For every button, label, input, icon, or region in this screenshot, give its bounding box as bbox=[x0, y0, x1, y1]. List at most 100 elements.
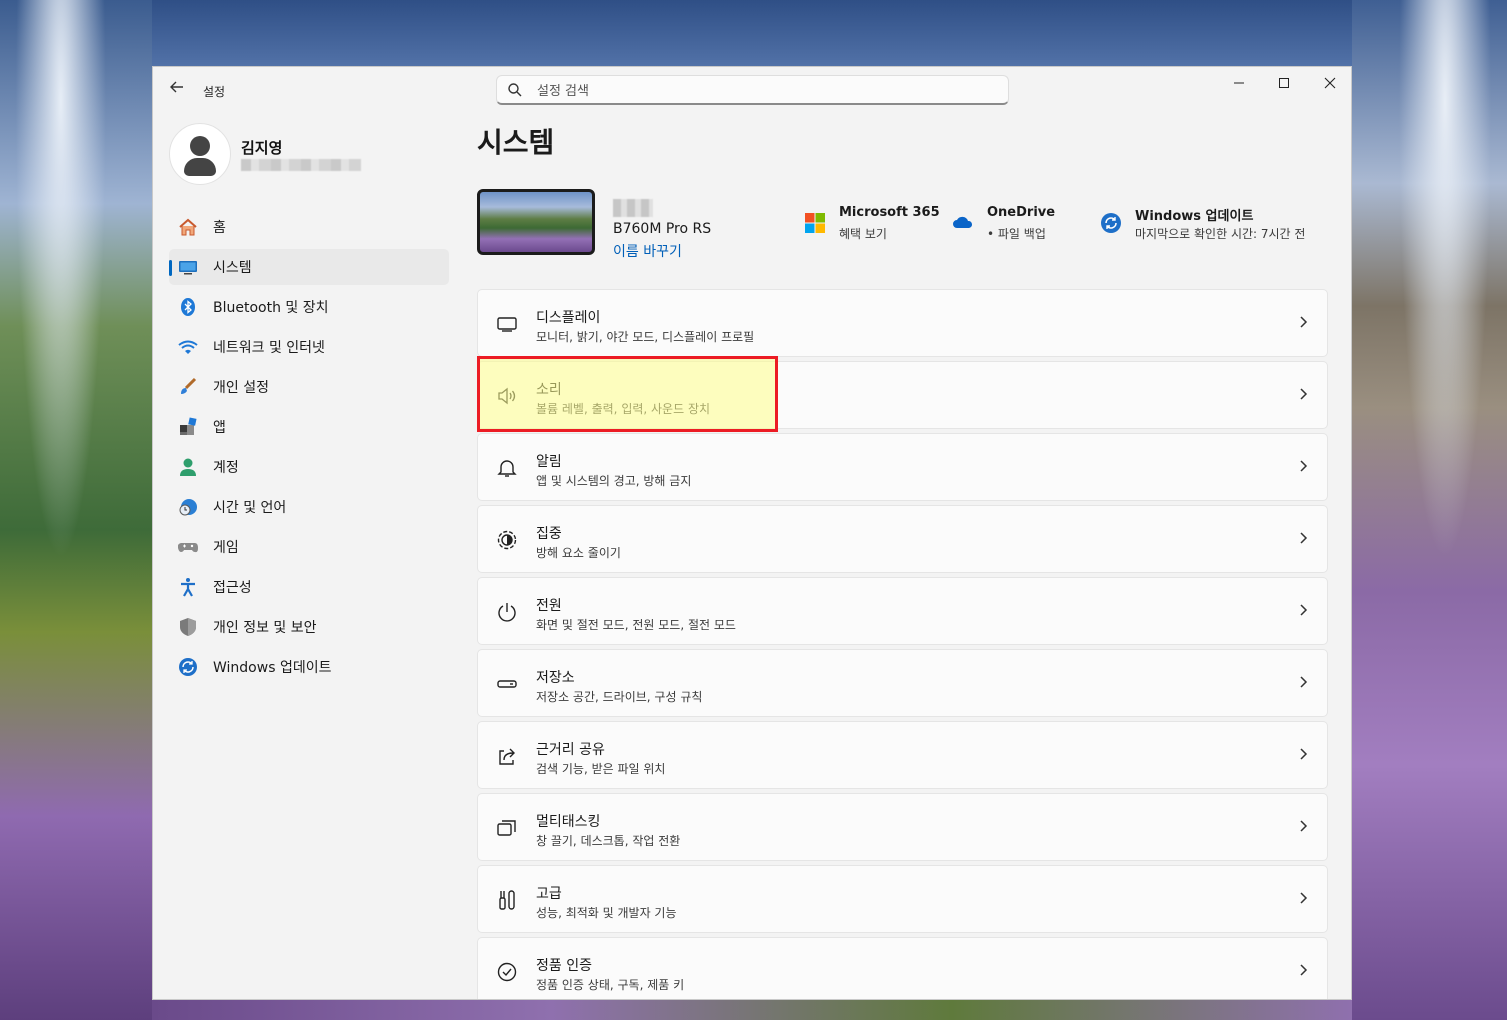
sidebar-item-personalization[interactable]: 개인 설정 bbox=[169, 369, 449, 405]
quicklink-subtitle: 혜택 보기 bbox=[839, 227, 887, 241]
bell-icon bbox=[497, 460, 517, 477]
card-title: 저장소 bbox=[536, 670, 575, 686]
card-multitasking[interactable]: 멀티태스킹 창 끌기, 데스크톱, 작업 전환 bbox=[477, 793, 1328, 861]
user-name: 김지영 bbox=[241, 139, 283, 157]
card-nearby-sharing[interactable]: 근거리 공유 검색 기능, 받은 파일 위치 bbox=[477, 721, 1328, 789]
card-sound[interactable]: 소리 볼륨 레벨, 출력, 입력, 사운드 장치 bbox=[477, 361, 1328, 429]
chevron-right-icon bbox=[1300, 748, 1308, 760]
card-storage[interactable]: 저장소 저장소 공간, 드라이브, 구성 규칙 bbox=[477, 649, 1328, 717]
card-subtitle: 성능, 최적화 및 개발자 기능 bbox=[536, 906, 677, 920]
share-icon bbox=[499, 748, 515, 765]
sidebar-item-gaming[interactable]: 게임 bbox=[169, 529, 449, 565]
sidebar-item-label: 시스템 bbox=[213, 260, 252, 276]
card-title: 소리 bbox=[536, 382, 562, 398]
shield-icon bbox=[177, 616, 199, 638]
card-focus[interactable]: 집중 방해 요소 줄이기 bbox=[477, 505, 1328, 573]
sidebar-item-accessibility[interactable]: 접근성 bbox=[169, 569, 449, 605]
card-advanced[interactable]: 고급 성능, 최적화 및 개발자 기능 bbox=[477, 865, 1328, 933]
home-icon bbox=[177, 216, 199, 238]
sidebar-item-network[interactable]: 네트워크 및 인터넷 bbox=[169, 329, 449, 365]
storage-icon bbox=[497, 680, 517, 688]
chevron-right-icon bbox=[1300, 892, 1308, 904]
bluetooth-icon bbox=[177, 296, 199, 318]
sidebar-item-label: Bluetooth 및 장치 bbox=[213, 300, 329, 316]
card-subtitle: 앱 및 시스템의 경고, 방해 금지 bbox=[536, 474, 692, 488]
card-power[interactable]: 전원 화면 및 절전 모드, 전원 모드, 절전 모드 bbox=[477, 577, 1328, 645]
device-model: B760M Pro RS bbox=[613, 221, 712, 237]
desktop-wallpaper-left bbox=[0, 0, 152, 1020]
sidebar-item-apps[interactable]: 앱 bbox=[169, 409, 449, 445]
card-notifications[interactable]: 알림 앱 및 시스템의 경고, 방해 금지 bbox=[477, 433, 1328, 501]
maximize-icon bbox=[1279, 78, 1289, 88]
avatar bbox=[169, 123, 231, 185]
system-icon bbox=[177, 256, 199, 278]
sidebar-item-label: 개인 설정 bbox=[213, 380, 269, 396]
wifi-icon bbox=[177, 336, 199, 358]
card-title: 고급 bbox=[536, 886, 562, 902]
search-input[interactable] bbox=[535, 80, 989, 102]
card-title: 디스플레이 bbox=[536, 310, 601, 326]
close-button[interactable] bbox=[1307, 67, 1351, 99]
sidebar-item-bluetooth[interactable]: Bluetooth 및 장치 bbox=[169, 289, 449, 325]
gamepad-icon bbox=[177, 536, 199, 558]
quicklink-subtitle: • 파일 백업 bbox=[987, 227, 1046, 241]
accessibility-icon bbox=[177, 576, 199, 598]
display-icon bbox=[497, 317, 517, 332]
card-subtitle: 화면 및 절전 모드, 전원 모드, 절전 모드 bbox=[536, 618, 736, 632]
minimize-icon bbox=[1234, 82, 1244, 84]
quicklink-title: Microsoft 365 bbox=[839, 205, 940, 220]
card-activation[interactable]: 정품 인증 정품 인증 상태, 구독, 제품 키 bbox=[477, 937, 1328, 999]
maximize-button[interactable] bbox=[1261, 67, 1307, 99]
sidebar-item-label: 접근성 bbox=[213, 580, 252, 596]
sidebar-item-label: 계정 bbox=[213, 460, 239, 476]
multitasking-icon bbox=[497, 820, 516, 836]
sidebar-item-home[interactable]: 홈 bbox=[169, 209, 449, 245]
system-settings-list: 디스플레이 모니터, 밝기, 야간 모드, 디스플레이 프로필 소리 볼륨 레벨… bbox=[477, 289, 1328, 999]
user-profile[interactable]: 김지영 bbox=[169, 123, 459, 187]
account-icon bbox=[177, 456, 199, 478]
onedrive-cloud-icon bbox=[953, 216, 973, 228]
card-display[interactable]: 디스플레이 모니터, 밝기, 야간 모드, 디스플레이 프로필 bbox=[477, 289, 1328, 357]
user-email-redacted bbox=[241, 159, 361, 171]
card-subtitle: 볼륨 레벨, 출력, 입력, 사운드 장치 bbox=[536, 402, 711, 416]
chevron-right-icon bbox=[1300, 316, 1308, 328]
device-wallpaper-thumbnail bbox=[477, 189, 595, 255]
clock-globe-icon bbox=[177, 496, 199, 518]
sidebar-item-system[interactable]: 시스템 bbox=[169, 249, 449, 285]
sidebar-item-label: 홈 bbox=[213, 220, 226, 236]
quicklink-title: Windows 업데이트 bbox=[1135, 209, 1254, 224]
card-title: 전원 bbox=[536, 598, 562, 614]
focus-icon bbox=[497, 530, 517, 550]
search-icon bbox=[508, 83, 522, 97]
card-subtitle: 모니터, 밝기, 야간 모드, 디스플레이 프로필 bbox=[536, 330, 755, 344]
microsoft-logo-icon bbox=[805, 213, 825, 233]
app-title: 설정 bbox=[203, 85, 226, 99]
sidebar-item-privacy-security[interactable]: 개인 정보 및 보안 bbox=[169, 609, 449, 645]
card-title: 근거리 공유 bbox=[536, 742, 605, 758]
card-title: 정품 인증 bbox=[536, 958, 592, 974]
sidebar-item-time-language[interactable]: 시간 및 언어 bbox=[169, 489, 449, 525]
back-arrow-icon[interactable] bbox=[167, 79, 187, 99]
tools-icon bbox=[499, 890, 515, 910]
activation-check-icon bbox=[497, 962, 517, 982]
desktop-wallpaper-right bbox=[1352, 0, 1507, 1020]
sidebar-item-label: Windows 업데이트 bbox=[213, 660, 332, 676]
sidebar-item-windows-update[interactable]: Windows 업데이트 bbox=[169, 649, 449, 685]
sidebar-nav: 홈 시스템 Bluetooth 및 장치 네트워크 및 인터넷 개인 설정 앱 … bbox=[169, 209, 449, 689]
title-bar: 설정 bbox=[153, 67, 1351, 115]
chevron-right-icon bbox=[1300, 676, 1308, 688]
sidebar-item-label: 네트워크 및 인터넷 bbox=[213, 340, 325, 356]
sidebar-item-label: 게임 bbox=[213, 540, 239, 556]
minimize-button[interactable] bbox=[1216, 67, 1262, 99]
device-name-redacted bbox=[613, 199, 653, 217]
quicklink-subtitle: 마지막으로 확인한 시간: 7시간 전 bbox=[1135, 227, 1306, 241]
chevron-right-icon bbox=[1300, 964, 1308, 976]
chevron-right-icon bbox=[1300, 820, 1308, 832]
power-icon bbox=[498, 603, 516, 622]
apps-icon bbox=[177, 416, 199, 438]
search-box[interactable] bbox=[496, 75, 1009, 105]
windows-update-icon bbox=[1101, 213, 1121, 233]
close-icon bbox=[1324, 77, 1336, 89]
rename-link[interactable]: 이름 바꾸기 bbox=[613, 241, 682, 261]
sidebar-item-accounts[interactable]: 계정 bbox=[169, 449, 449, 485]
